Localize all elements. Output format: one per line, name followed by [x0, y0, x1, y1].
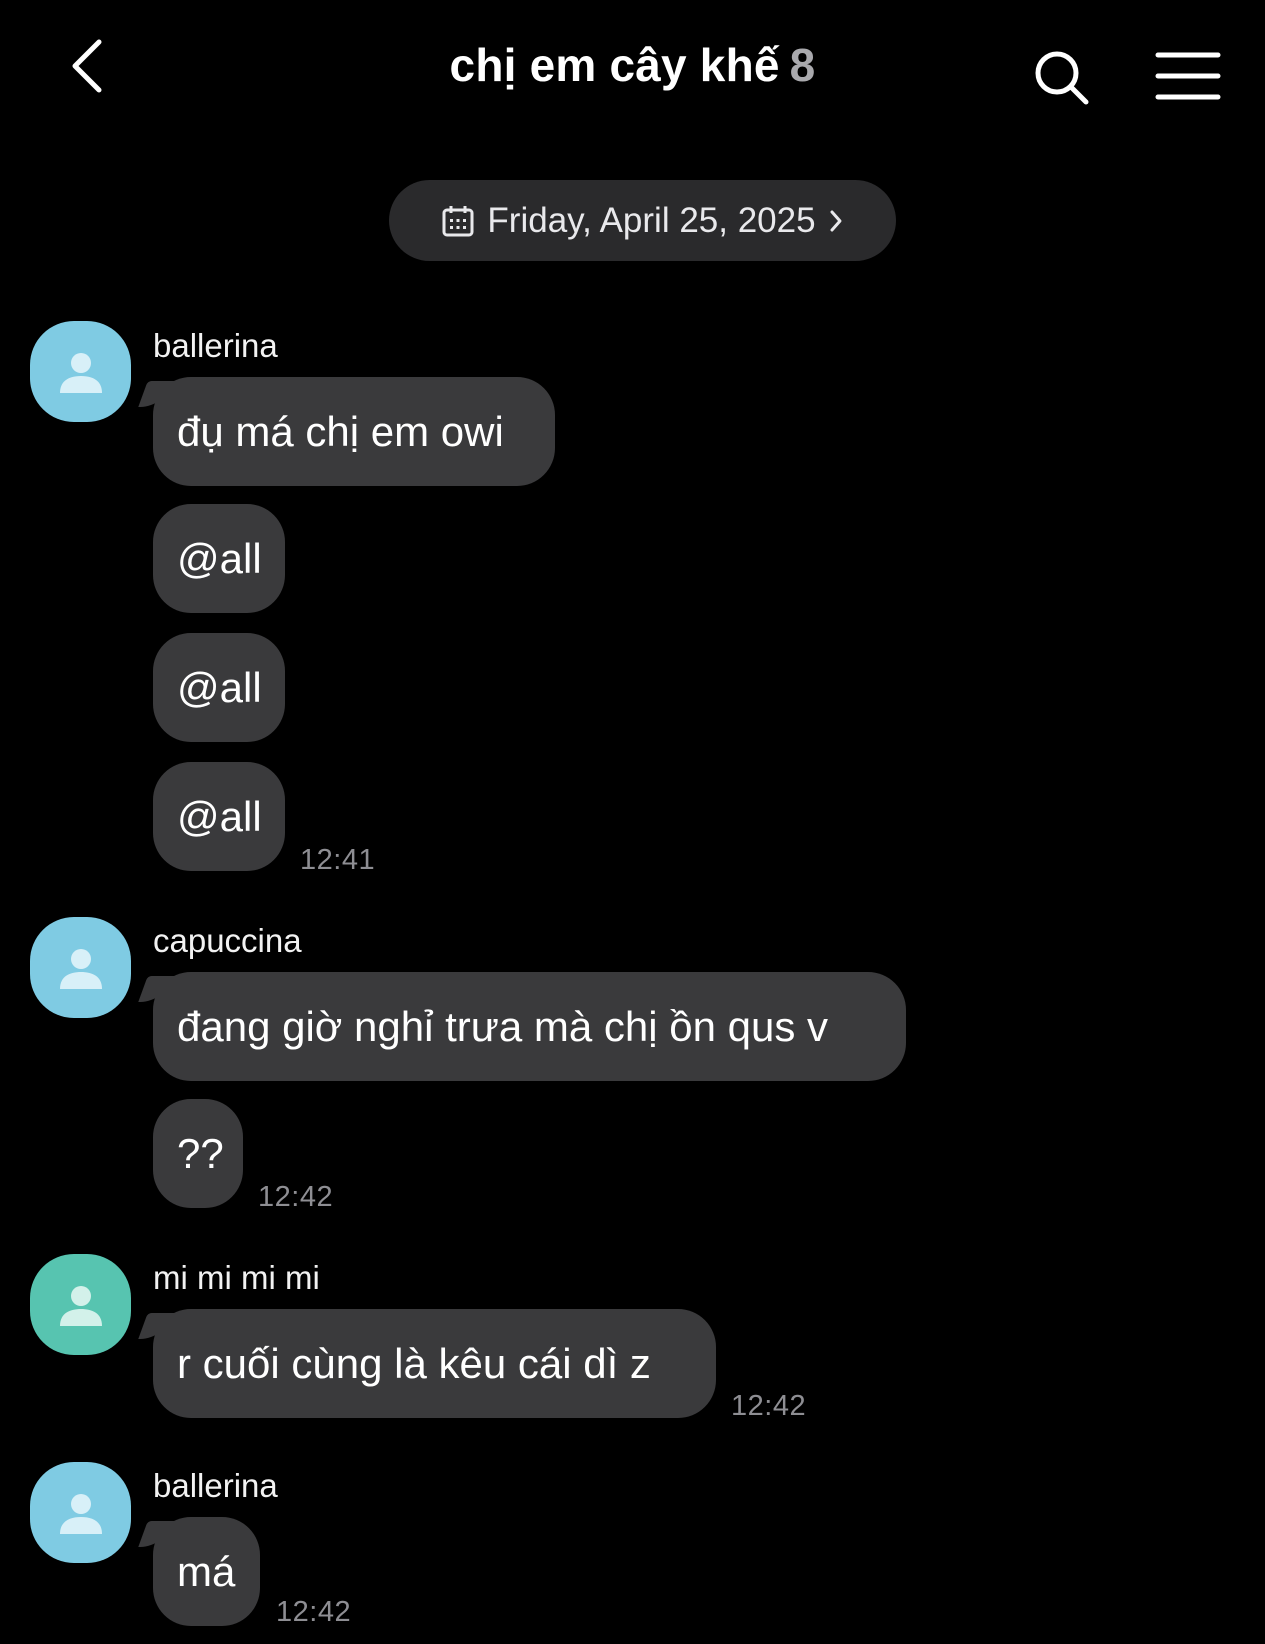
message-bubble[interactable]: ??	[153, 1099, 243, 1208]
user-icon	[59, 1285, 102, 1326]
message-bubble[interactable]: đụ má chị em owi	[153, 377, 555, 486]
message-bubble[interactable]: đang giờ nghỉ trưa mà chị ồn qus v	[153, 972, 906, 1081]
sender-name: mi mi mi mi	[153, 1259, 320, 1296]
search-button[interactable]	[1032, 48, 1092, 108]
sender-name: ballerina	[153, 327, 278, 364]
sender-name: ballerina	[153, 1467, 278, 1504]
hamburger-menu-icon	[1155, 52, 1221, 100]
message-time: 12:42	[731, 1390, 807, 1422]
message-time: 12:42	[258, 1181, 334, 1213]
avatar[interactable]	[30, 917, 131, 1018]
calendar-icon	[442, 205, 474, 236]
menu-button[interactable]	[1155, 50, 1221, 102]
sender-name: capuccina	[153, 922, 302, 959]
group-name: chị em cây khế	[449, 39, 780, 91]
avatar[interactable]	[30, 321, 131, 422]
message-bubble[interactable]: má	[153, 1517, 260, 1626]
date-label: Friday, April 25, 2025	[487, 200, 816, 240]
message-bubble[interactable]: r cuối cùng là kêu cái dì z	[153, 1309, 716, 1418]
user-icon	[59, 1493, 102, 1534]
search-icon	[1035, 51, 1089, 105]
chevron-right-icon	[830, 210, 842, 231]
chat-header: chị em cây khế 8	[0, 0, 1265, 140]
member-count: 8	[789, 39, 816, 91]
avatar[interactable]	[30, 1254, 131, 1355]
message-bubble[interactable]: @all	[153, 504, 285, 613]
user-icon	[59, 352, 102, 393]
message-time: 12:42	[276, 1596, 352, 1628]
date-divider[interactable]: Friday, April 25, 2025	[389, 180, 896, 261]
message-bubble[interactable]: @all	[153, 633, 285, 742]
user-icon	[59, 948, 102, 989]
message-bubble[interactable]: @all	[153, 762, 285, 871]
message-time: 12:41	[300, 844, 376, 876]
avatar[interactable]	[30, 1462, 131, 1563]
